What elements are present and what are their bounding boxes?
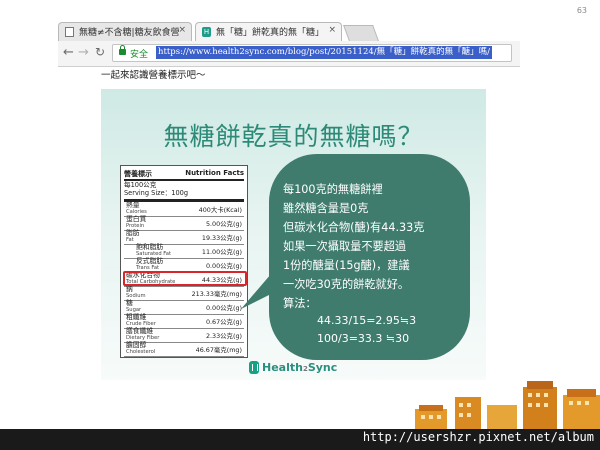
nutrition-header-en: Nutrition Facts [185,169,244,177]
slide-image: 無糖餅乾真的無糖嗎？ 營養標示 Nutrition Facts 每100公克 S… [101,89,486,380]
nutrition-header: 營養標示 Nutrition Facts [124,168,244,181]
tab-active-article[interactable]: H 無「糖」餅乾真的無「糖」 × [195,22,342,41]
bubble-line: 1份的醣量(15g醣)，建議 [283,259,410,272]
reload-icon[interactable]: ↻ [95,45,105,59]
nutrient-value: 19.33公克(g) [201,234,242,242]
calculation-line: 100/3=33.3 ≒30 [317,332,410,345]
close-icon[interactable]: × [328,25,336,35]
bubble-line: 每100克的無糖餅裡 [283,183,383,196]
nutrient-value: 5.00公克(g) [205,220,242,228]
browser-toolbar: ← → ↻ 安全 https://www.health2sync.com/blo… [58,41,520,67]
security-label: 安全 [130,50,149,60]
url-text[interactable]: https://www.health2sync.com/blog/post/20… [156,46,492,59]
new-tab-button[interactable] [343,25,379,41]
nutrient-name: 蛋白質 [126,215,147,223]
tab-sugar-free-article[interactable]: 無糖≠不含糖|糖友飲食營 × [58,22,192,41]
watermark-url: http://usershzr.pixnet.net/album [362,430,594,444]
nutrient-name: 飽和脂肪 [136,243,164,251]
nutrient-value: 400大卡(Kcal) [198,206,242,214]
nutrient-name: 脂肪 [126,229,140,237]
tab-title: 無糖≠不含糖|糖友飲食營 [79,28,180,38]
back-arrow-icon[interactable]: ← [63,45,74,60]
nutrient-value: 2.33公克(g) [205,332,242,340]
address-bar[interactable]: 安全 https://www.health2sync.com/blog/post… [112,44,512,62]
forward-arrow-icon[interactable]: → [78,45,89,60]
buildings-illustration [415,381,600,431]
nutrient-name: 糖 [126,299,133,307]
speech-bubble: 每100克的無糖餅裡 雖然糖含量是0克 但碳水化合物(醣)有44.33克 如果一… [269,154,470,360]
lock-icon [119,45,126,55]
bubble-line: 如果一次攝取量不要超過 [283,240,407,253]
nutrient-name-en: Cholesterol [126,349,156,355]
nutrient-name: 反式脂肪 [136,257,164,265]
carbohydrate-highlight-box [123,271,247,286]
health2sync-icon [249,361,259,374]
bubble-line: 雖然糖含量是0克 [283,202,369,215]
serving-info: 每100公克 Serving Size：100g [124,181,244,202]
nutrient-name: 鈉 [126,285,133,293]
nutrient-value: 0.67公克(g) [205,318,242,326]
nutrition-row: 蛋白質 Protein 5.00公克(g) [124,216,244,231]
nutrient-name: 熱量 [126,201,140,209]
tab-title: 無「糖」餅乾真的無「糖」 [216,28,325,38]
brand-tail: Sync [307,361,338,374]
serving-size: Serving Size：100g [124,189,189,197]
health2sync-icon: H [202,27,211,37]
nutrition-header-zh: 營養標示 [124,170,152,178]
nutrient-value: 46.67毫克(mg) [195,346,242,354]
page-caption: 一起來認識營養標示吧～ [101,70,206,81]
nutrition-facts-label: 營養標示 Nutrition Facts 每100公克 Serving Size… [120,165,248,358]
serving-per: 每100公克 [124,181,157,189]
page-icon [65,27,74,37]
close-icon[interactable]: × [178,25,186,35]
nutrient-name: 膽固醇 [126,341,147,349]
bubble-line: 一次吃30克的餅乾就好。 [283,278,410,291]
calculation-line: 44.33/15=2.95≒3 [317,314,417,327]
nutrition-row: 鈉 Sodium 213.33毫克(mg) [124,286,244,301]
nutrient-name: 膳食纖維 [126,327,154,335]
nutrition-row: 膽固醇 Cholesterol 46.67毫克(mg) [124,342,244,357]
nutrient-name-en: Fat [126,237,134,243]
nutrient-name: 粗纖維 [126,313,147,321]
tab-strip: 無糖≠不含糖|糖友飲食營 × H 無「糖」餅乾真的無「糖」 × [58,21,528,41]
nutrient-value: 11.00公克(g) [201,248,242,256]
brand-name: Health [262,361,303,374]
slide-title: 無糖餅乾真的無糖嗎？ [163,122,424,151]
bubble-line: 算法： [283,297,317,310]
slide-number: 63 [576,6,587,15]
bubble-line: 但碳水化合物(醣)有44.33克 [283,221,425,234]
nutrient-value: 213.33毫克(mg) [191,290,242,298]
